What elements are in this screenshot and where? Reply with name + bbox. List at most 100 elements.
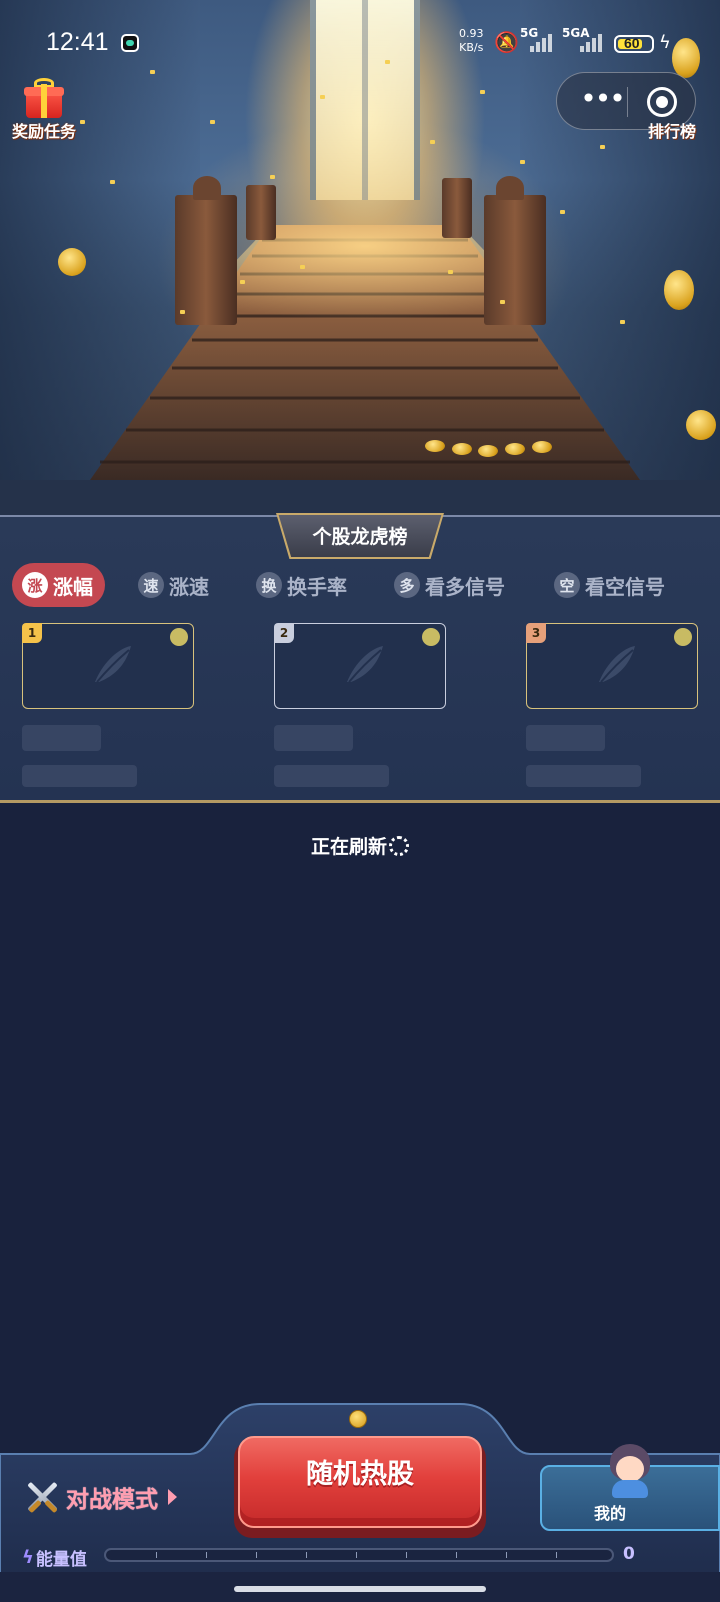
- pillar-left: [175, 195, 237, 325]
- confetti: [500, 300, 505, 304]
- tab-bearish-signal[interactable]: 空 看空信号: [554, 563, 665, 607]
- chevron-right-icon: [168, 1489, 177, 1505]
- rank-card-3[interactable]: 3: [526, 623, 698, 709]
- reward-tasks-label: 奖励任务: [11, 122, 76, 141]
- close-target-icon[interactable]: [647, 87, 677, 117]
- bell-off-icon: 🔕: [494, 30, 519, 54]
- my-profile-label: 我的: [540, 1500, 720, 1524]
- skeleton-name-2: [274, 725, 353, 751]
- capsule-divider: [627, 87, 628, 117]
- confetti: [300, 265, 305, 269]
- gift-icon: [24, 78, 64, 118]
- energy-tick: [406, 1552, 407, 1558]
- coin-decoration: [452, 443, 472, 455]
- pillar-right-back: [442, 178, 472, 238]
- ranking-tabs: 涨 涨幅 速 涨速 换 换手率 多 看多信号 空 看空信号: [0, 563, 720, 607]
- confetti: [270, 175, 275, 179]
- signal-bars-icon: [580, 32, 606, 52]
- confetti: [240, 280, 245, 284]
- panel-title: 个股龙虎榜: [312, 526, 408, 548]
- confetti: [320, 95, 325, 99]
- energy-tick: [206, 1552, 207, 1558]
- confetti: [600, 145, 605, 149]
- coin-decoration: [478, 445, 498, 457]
- battery-icon: 60: [614, 35, 654, 53]
- tab-gain[interactable]: 涨 涨幅: [12, 563, 105, 607]
- coin-decoration: [505, 443, 525, 455]
- pillar-right-cap: [496, 176, 524, 200]
- confetti: [180, 310, 185, 314]
- network-speed-unit: KB/s: [459, 41, 484, 54]
- battle-mode-button[interactable]: 对战模式: [24, 1478, 177, 1516]
- tab-speed-badge: 速: [138, 572, 164, 598]
- confetti: [560, 210, 565, 214]
- rank-badge: 1: [22, 623, 42, 643]
- tab-speed-label: 涨速: [169, 574, 209, 599]
- rank-card-1[interactable]: 1: [22, 623, 194, 709]
- battery-level: 60: [624, 35, 640, 51]
- crossed-swords-icon: [24, 1478, 62, 1516]
- more-menu-button[interactable]: •••: [577, 83, 627, 119]
- energy-progress-bar: [104, 1548, 614, 1562]
- card-status-dot: [422, 628, 440, 646]
- tab-turnover[interactable]: 换 换手率: [256, 563, 347, 607]
- tab-gain-label: 涨幅: [53, 574, 93, 599]
- rank-badge: 2: [274, 623, 294, 643]
- battle-mode-label: 对战模式: [66, 1487, 158, 1513]
- coin-decoration: [686, 410, 716, 440]
- network-speed: 0.93 KB/s: [459, 27, 484, 55]
- energy-tick: [506, 1552, 507, 1558]
- leaderboard-button[interactable]: 排行榜: [648, 118, 696, 142]
- confetti: [448, 270, 453, 274]
- energy-tick: [156, 1552, 157, 1558]
- random-hot-stock-label[interactable]: 随机热股: [238, 1452, 482, 1491]
- confetti: [430, 140, 435, 144]
- rank-card-2[interactable]: 2: [274, 623, 446, 709]
- home-indicator[interactable]: [234, 1586, 486, 1592]
- coin-decoration: [532, 441, 552, 453]
- energy-tick: [256, 1552, 257, 1558]
- energy-value: 0: [623, 1544, 635, 1564]
- confetti: [620, 320, 625, 324]
- status-bar: 12:41 0.93 KB/s 🔕 5G 5GA 60 ϟ: [0, 0, 720, 80]
- skeleton-name-1: [22, 725, 101, 751]
- refresh-status-text: 正在刷新: [310, 836, 387, 858]
- tab-bullish-badge: 多: [394, 572, 420, 598]
- reward-tasks-button[interactable]: 奖励任务: [6, 78, 82, 142]
- loading-spinner-icon: [389, 836, 409, 856]
- skeleton-value-1: [22, 765, 137, 787]
- skeleton-name-3: [526, 725, 605, 751]
- confetti: [480, 90, 485, 94]
- skeleton-value-3: [526, 765, 641, 787]
- rank-badge: 3: [526, 623, 546, 643]
- confetti: [110, 180, 115, 184]
- avatar: [608, 1444, 652, 1498]
- tab-gain-badge: 涨: [22, 572, 48, 598]
- feather-placeholder-icon: [347, 646, 383, 683]
- tab-turnover-label: 换手率: [287, 574, 347, 599]
- feather-placeholder-icon: [95, 646, 131, 683]
- tab-bullish-label: 看多信号: [425, 574, 505, 599]
- tab-speed[interactable]: 速 涨速: [138, 563, 209, 607]
- coin-decoration: [664, 270, 694, 310]
- energy-tick: [306, 1552, 307, 1558]
- charging-icon: ϟ: [659, 32, 671, 53]
- pillar-left-cap: [193, 176, 221, 200]
- confetti: [520, 160, 525, 164]
- signal-bars-icon: [530, 32, 556, 52]
- coin-decoration: [58, 248, 86, 276]
- my-profile-label-text: 我的: [593, 1504, 626, 1523]
- energy-meter-label: ϟ 能量值: [22, 1545, 87, 1570]
- card-status-dot: [674, 628, 692, 646]
- skeleton-value-2: [274, 765, 389, 787]
- pillar-right: [484, 195, 546, 325]
- network-speed-value: 0.93: [459, 27, 484, 40]
- tab-turnover-badge: 换: [256, 572, 282, 598]
- energy-tick: [556, 1552, 557, 1558]
- tab-bullish-signal[interactable]: 多 看多信号: [394, 563, 505, 607]
- refresh-status: 正在刷新: [0, 832, 720, 859]
- coin-decoration: [425, 440, 445, 452]
- energy-label: 能量值: [35, 1550, 87, 1570]
- card-status-dot: [170, 628, 188, 646]
- coin-icon: [349, 1410, 367, 1428]
